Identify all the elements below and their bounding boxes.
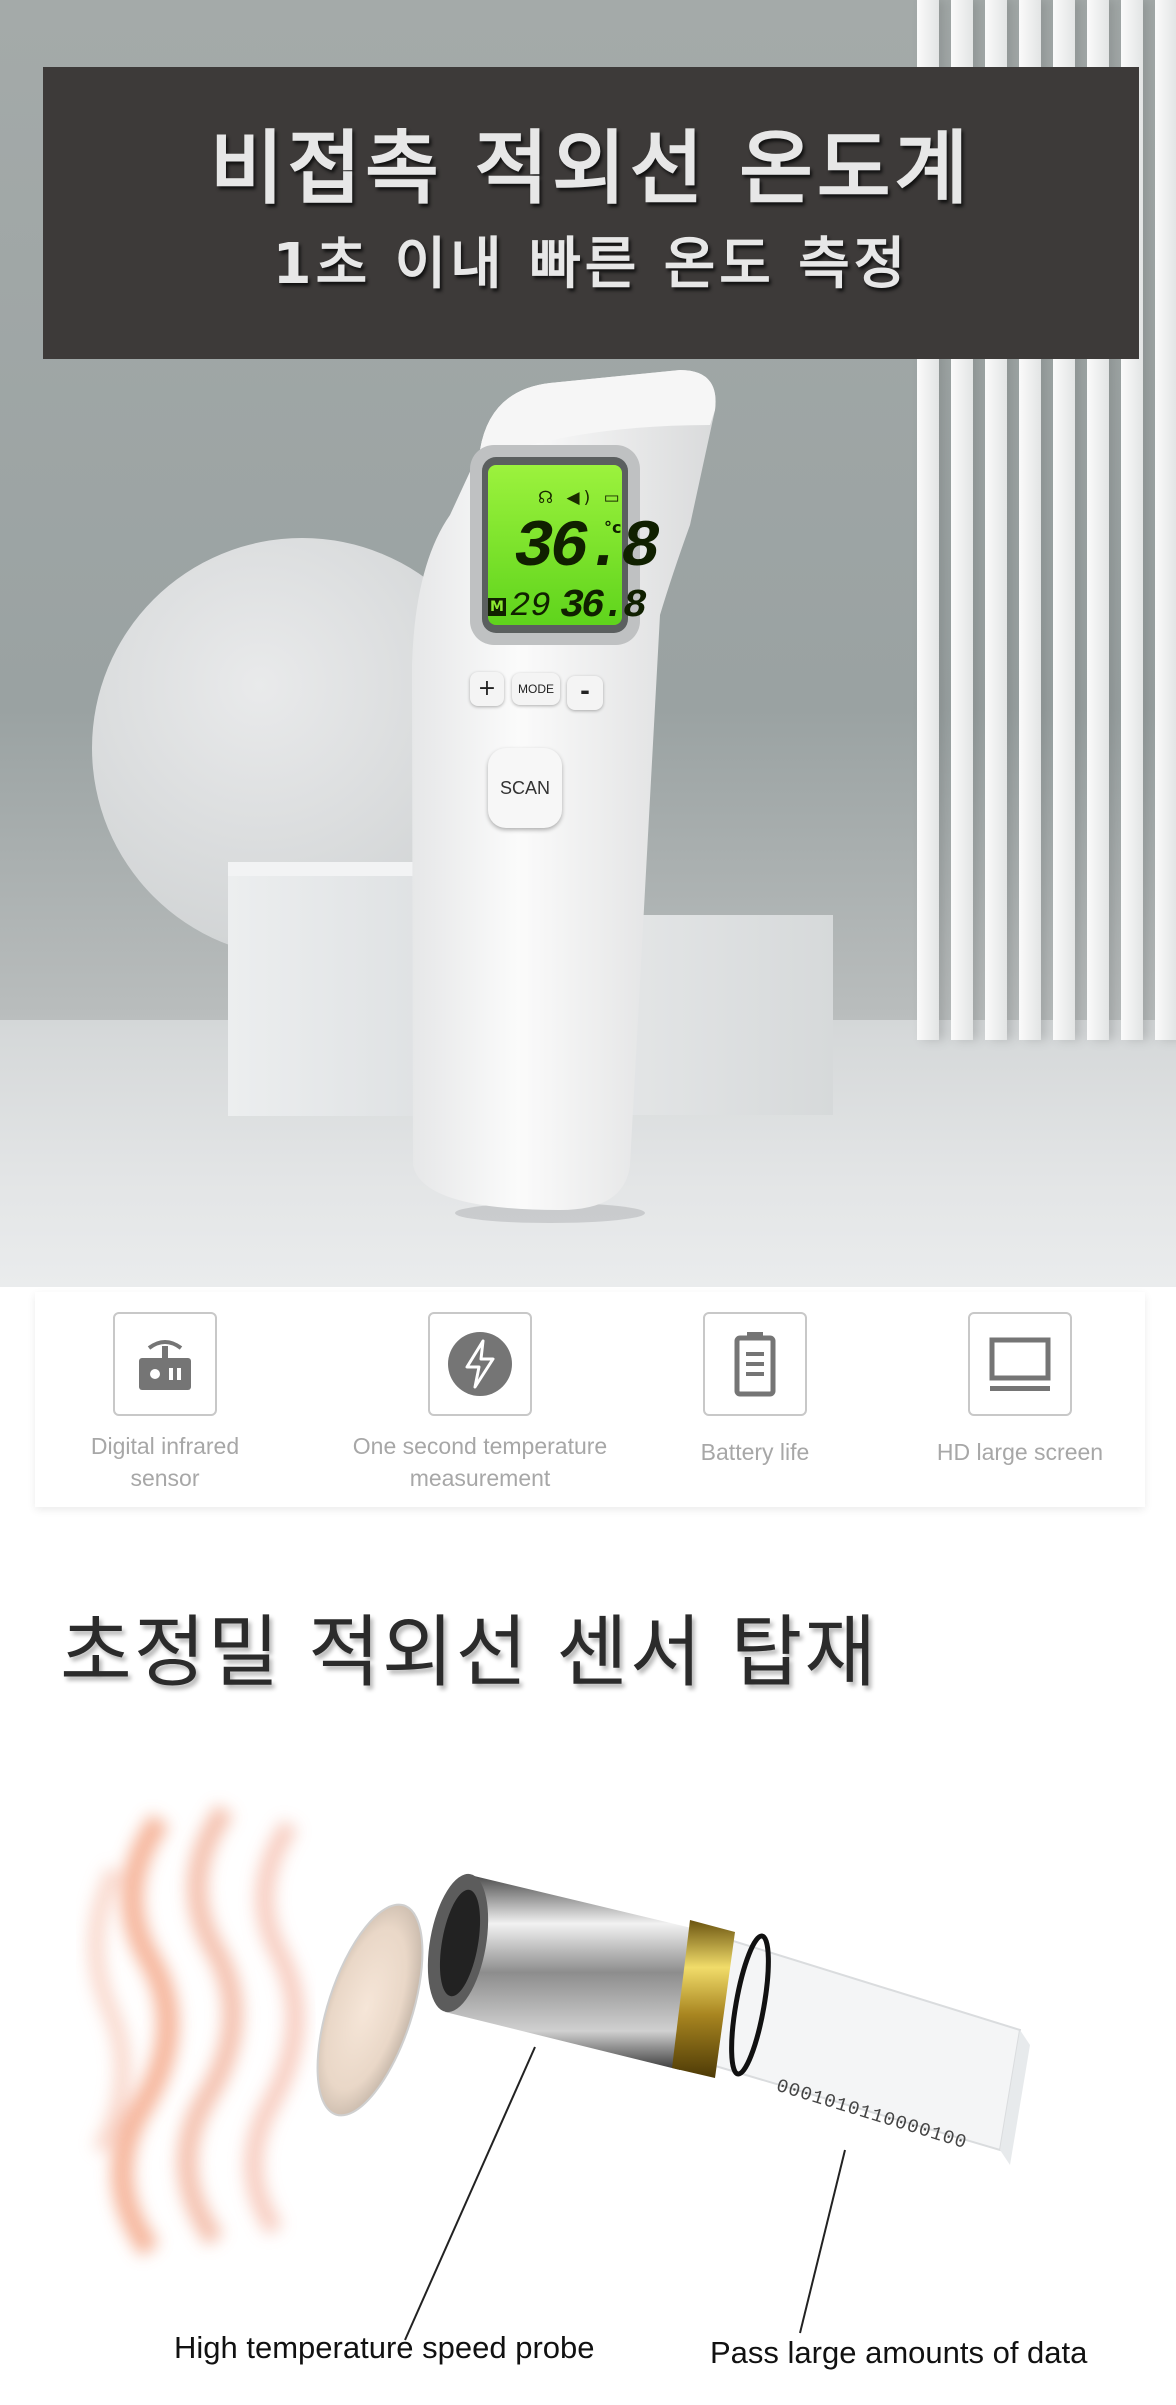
hero-section: ☊ ◀) ▭ 36.8 °c M 29 36.8 + MODE - SCAN 비…	[0, 0, 1176, 1287]
lightning-icon	[428, 1312, 532, 1416]
lcd-unit: °c	[604, 518, 622, 537]
monitor-icon	[968, 1312, 1072, 1416]
lens	[316, 1903, 424, 2117]
feature-label: Battery life	[700, 1439, 810, 1465]
section-title: 초정밀 적외선 센서 탑재	[60, 1608, 878, 1698]
lcd-main-temp: 36.8	[514, 510, 660, 585]
mode-button[interactable]: MODE	[512, 673, 560, 705]
feature-hd-screen: HD large screen	[915, 1312, 1125, 1468]
plus-button[interactable]: +	[470, 672, 504, 706]
feature-label: Digital infrared sensor	[90, 1433, 240, 1491]
heat-waves	[88, 1804, 305, 2257]
probe-label-left: High temperature speed probe	[174, 2330, 595, 2365]
feature-battery: Battery life	[655, 1312, 855, 1468]
lcd-memory-index: 29	[510, 588, 551, 626]
scan-button[interactable]: SCAN	[488, 748, 562, 828]
battery-icon	[703, 1312, 807, 1416]
banner-subtitle: 1초 이내 빠른 온도 측정	[272, 232, 910, 297]
feature-infrared-sensor: Digital infrared sensor	[55, 1312, 275, 1494]
title-banner: 비접촉 적외선 온도계 1초 이내 빠른 온도 측정	[43, 67, 1139, 359]
lcd-memory-value: 36.8	[560, 584, 647, 629]
banner-title: 비접촉 적외선 온도계	[209, 122, 973, 215]
features-strip: Digital infrared sensor One second temper…	[35, 1292, 1145, 1507]
feature-one-second: One second temperature measurement	[325, 1312, 635, 1494]
feature-label: HD large screen	[936, 1439, 1104, 1465]
lcd-memory-badge: M	[488, 598, 506, 616]
infrared-sensor-icon	[113, 1312, 217, 1416]
minus-button[interactable]: -	[567, 676, 603, 710]
infrared-probe-illustration	[88, 1804, 1030, 2341]
lcd-icons: ☊ ◀) ▭	[538, 488, 624, 508]
feature-label: One second temperature measurement	[352, 1433, 608, 1491]
probe-label-right: Pass large amounts of data	[710, 2335, 1088, 2370]
